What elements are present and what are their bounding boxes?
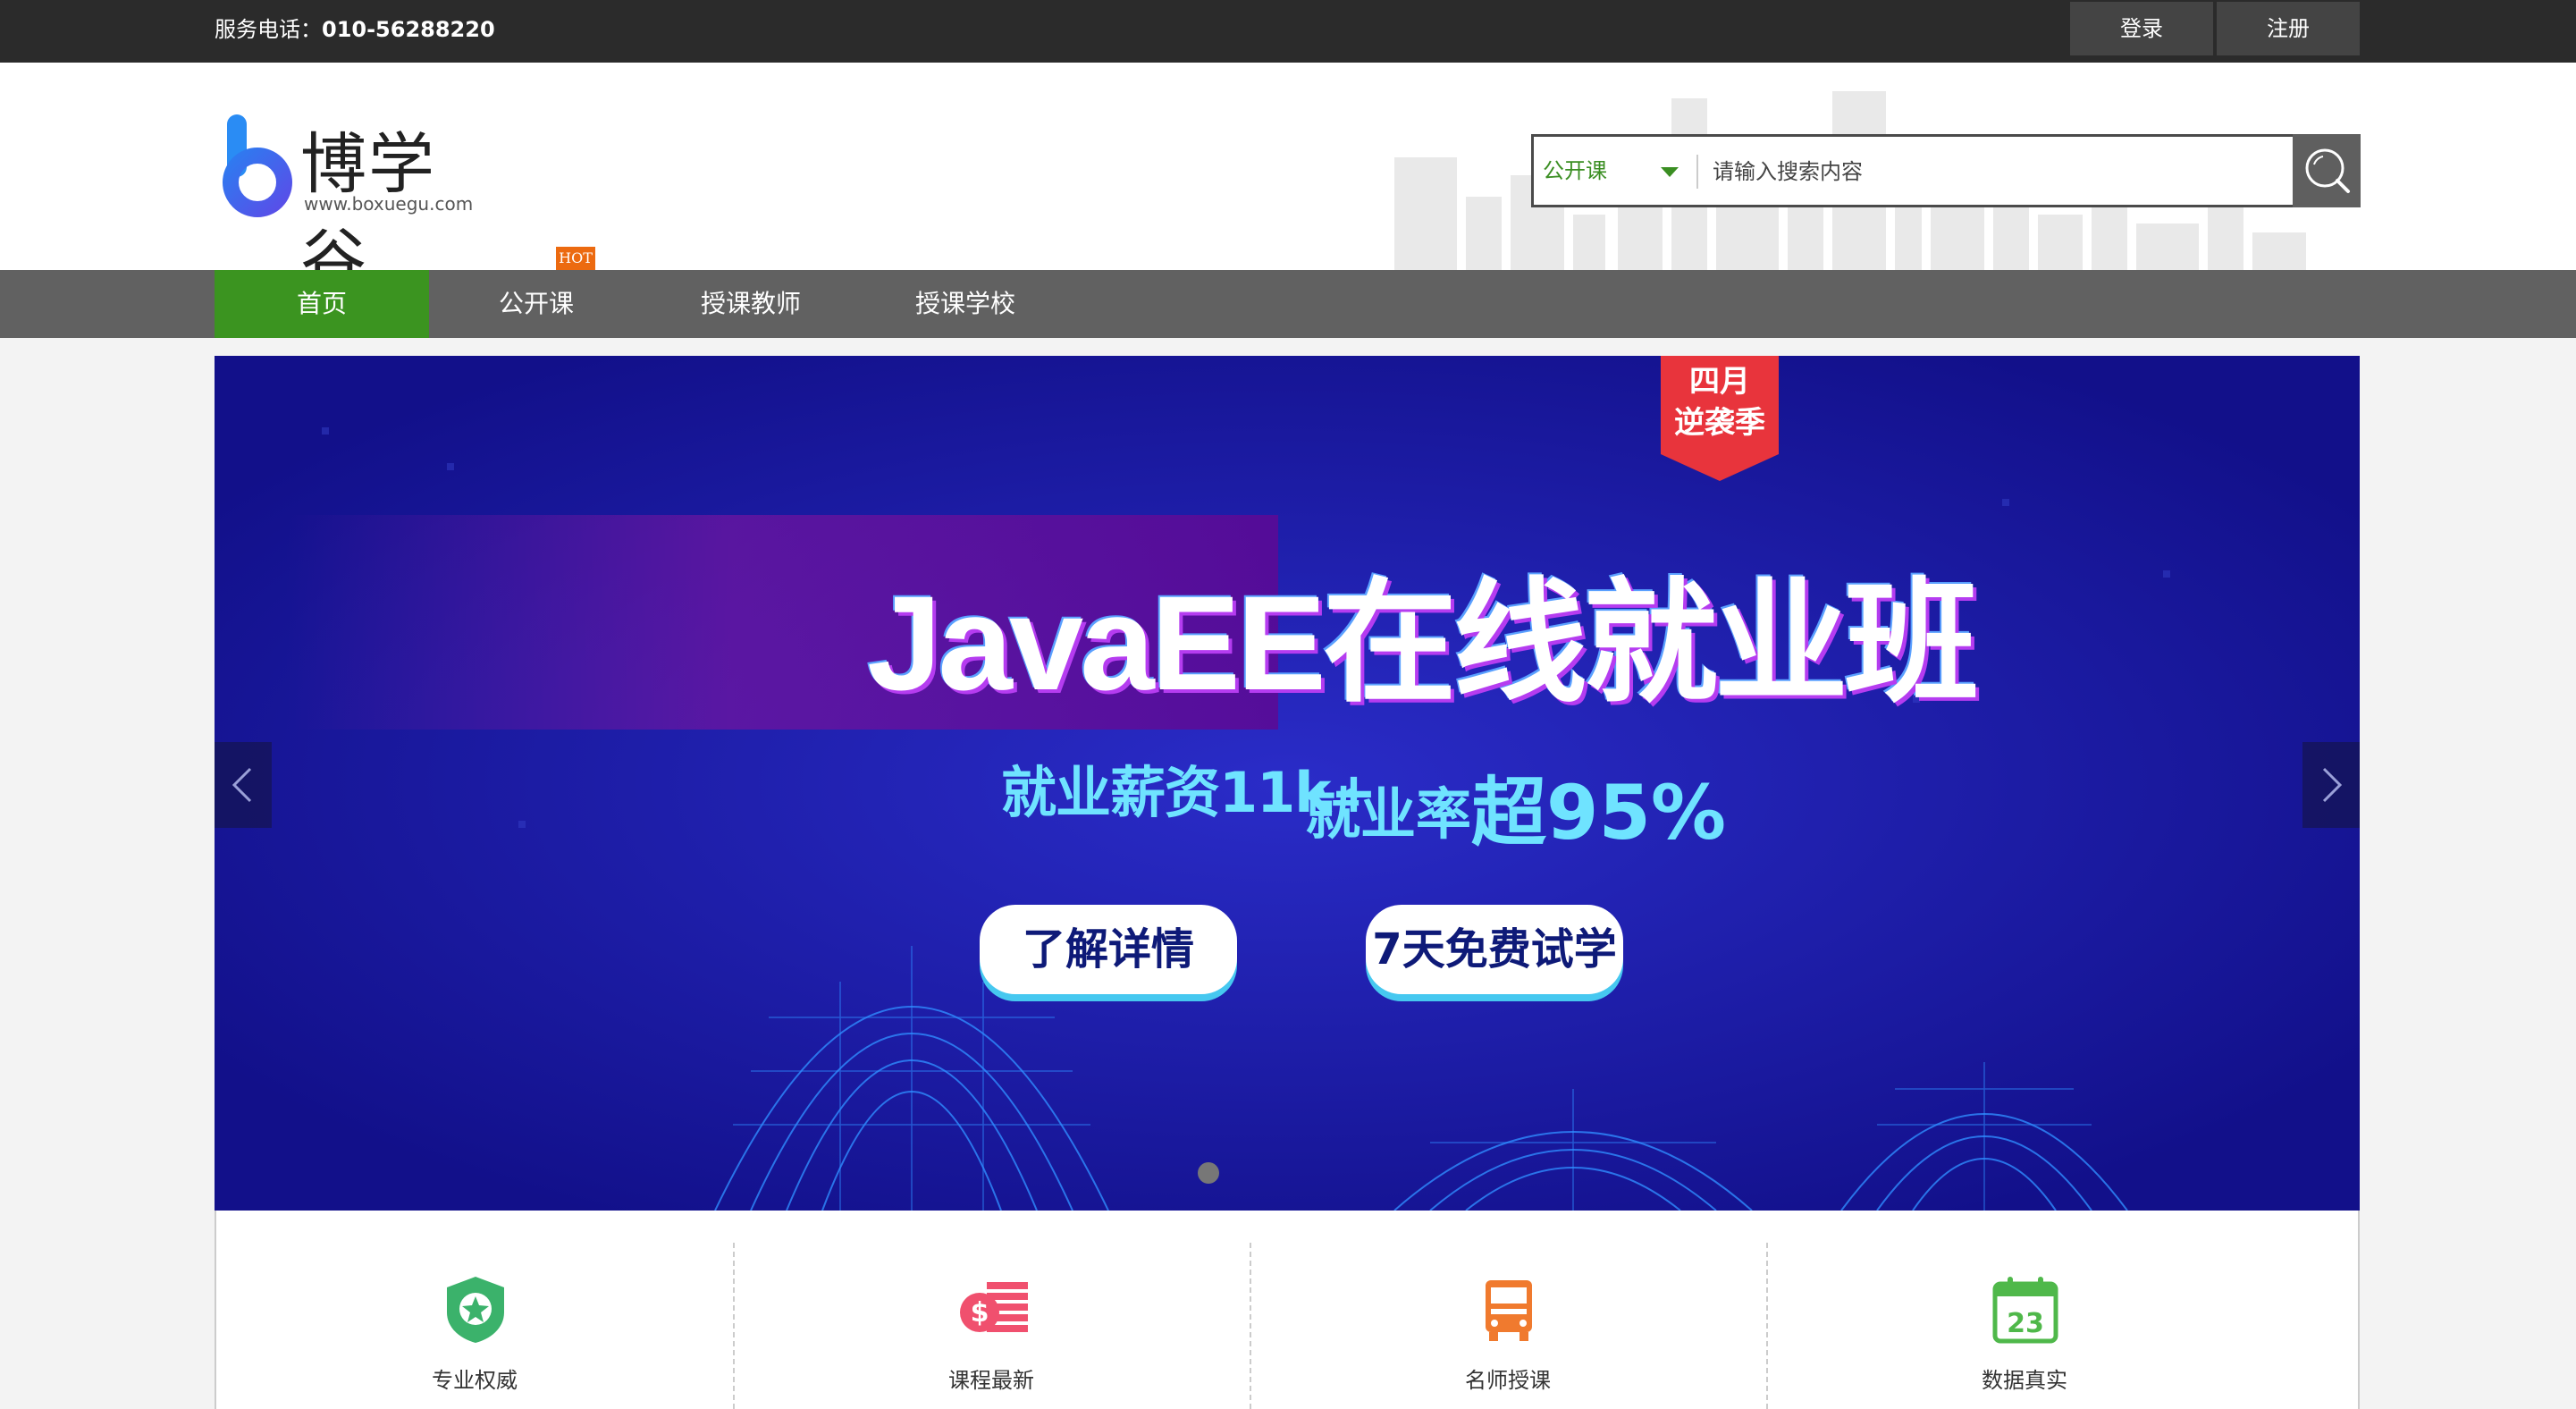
feature-label: 课程最新 <box>948 1368 1034 1393</box>
main-nav: 首页 公开课 授课教师 授课学校 <box>0 270 2576 338</box>
nav-item-schools[interactable]: 授课学校 <box>858 270 1073 338</box>
banner-employment-rate: 就业率超95% <box>1305 747 1726 856</box>
service-hotline: 服务电话：010-56288220 <box>215 0 495 59</box>
logo-url: www.boxuegu.com <box>304 193 474 215</box>
carousel-dot[interactable] <box>1198 1162 1219 1184</box>
employment-rate-label: 就业率 <box>1305 781 1472 847</box>
banner-headline: JavaEE在线就业班 <box>867 568 1979 718</box>
hot-badge: HOT <box>556 247 595 270</box>
chevron-left-icon <box>232 767 252 803</box>
hotline-label: 服务电话： <box>215 17 322 42</box>
logo-b-icon <box>223 114 292 217</box>
header: 博学谷 www.boxuegu.com 公开课 <box>0 63 2576 270</box>
search-category-select[interactable]: 公开课 <box>1543 137 1695 205</box>
top-bar: 服务电话：010-56288220 登录 注册 <box>0 0 2576 63</box>
carousel-next-button[interactable] <box>2302 742 2360 828</box>
feature-label: 数据真实 <box>1982 1368 2067 1393</box>
ribbon-line2: 逆袭季 <box>1674 405 1765 441</box>
money-list-icon: $ <box>960 1282 1028 1332</box>
nav-item-home[interactable]: 首页 <box>215 270 429 338</box>
banner-carousel[interactable]: 四月 逆袭季 JavaEE在线就业班 就业薪资11k+ 就业率超95% 了解详情… <box>215 356 2360 1211</box>
search-divider <box>1696 155 1698 189</box>
chevron-right-icon <box>2322 767 2343 803</box>
search-button[interactable] <box>2293 134 2361 207</box>
feature-label: 名师授课 <box>1465 1368 1551 1393</box>
logo-text: 博学谷 <box>300 126 436 270</box>
promo-ribbon-text: 四月 逆袭季 <box>1661 361 1779 443</box>
carousel-prev-button[interactable] <box>215 742 272 828</box>
employment-rate-value: 超95% <box>1471 769 1727 856</box>
calendar-23-icon: 23 <box>1992 1277 2058 1344</box>
badge-star-icon <box>447 1277 504 1343</box>
bus-icon <box>1486 1280 1532 1341</box>
register-button[interactable]: 注册 <box>2217 2 2360 55</box>
learn-more-button[interactable]: 了解详情 <box>980 905 1237 994</box>
svg-text:$: $ <box>971 1297 989 1329</box>
nav-item-open-courses[interactable]: 公开课 <box>429 270 644 338</box>
ribbon-line1: 四月 <box>1689 364 1750 400</box>
search-input[interactable] <box>1711 137 2188 207</box>
feature-famous-teachers: 名师授课 <box>1250 1211 1766 1409</box>
logo[interactable]: 博学谷 www.boxuegu.com <box>215 105 483 270</box>
search-icon <box>2305 148 2350 193</box>
nav-item-teachers[interactable]: 授课教师 <box>644 270 858 338</box>
free-trial-button[interactable]: 7天免费试学 <box>1366 905 1623 994</box>
search-category-label: 公开课 <box>1543 158 1607 183</box>
login-button[interactable]: 登录 <box>2070 2 2213 55</box>
feature-label: 专业权威 <box>432 1368 518 1393</box>
hotline-number: 010-56288220 <box>322 17 495 42</box>
feature-professional: 专业权威 <box>216 1211 733 1409</box>
calendar-number: 23 <box>2007 1308 2044 1339</box>
search-box: 公开课 <box>1531 134 2361 207</box>
feature-real-data: 23 数据真实 <box>1766 1211 2283 1409</box>
features-strip: 专业权威 $ 课程最新 名师授课 23 数据真实 <box>215 1211 2360 1409</box>
caret-down-icon <box>1661 167 1679 177</box>
feature-latest-courses: $ 课程最新 <box>733 1211 1250 1409</box>
